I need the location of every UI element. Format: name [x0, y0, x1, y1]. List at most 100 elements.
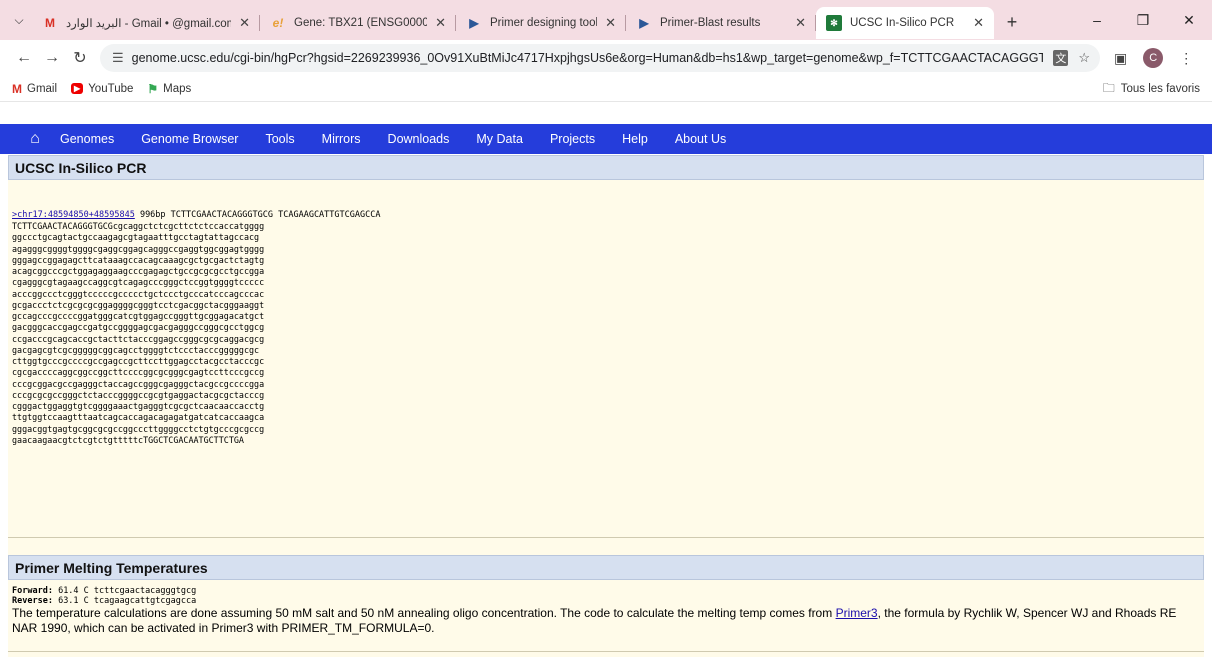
- bookmark-youtube[interactable]: ▶ YouTube: [71, 83, 133, 95]
- sequence-line: cgagggcgtagaagccaggcgtcagagcccgggctccggt…: [12, 277, 265, 288]
- sequence-line: agagggcggggtggggcgaggcggagcagggccgaggtgg…: [12, 243, 265, 254]
- sequence-line: cccgcggacgccgagggctaccagccgggcgagggctacg…: [12, 378, 265, 389]
- bookmark-star-icon[interactable]: ☆: [1078, 50, 1090, 66]
- bookmark-gmail[interactable]: M Gmail: [12, 82, 57, 96]
- bookmark-maps[interactable]: ⚑ Maps: [147, 82, 191, 96]
- ncbi-icon: ▶: [469, 16, 479, 30]
- sequence-line: gggacggtgagtgcggcgcgccggcccttggggcctctgt…: [12, 423, 265, 434]
- new-tab-icon[interactable]: +: [998, 8, 1026, 36]
- gmail-icon: M: [12, 81, 22, 96]
- youtube-icon: ▶: [71, 83, 84, 94]
- folder-icon: 🗀: [1102, 80, 1115, 95]
- melting-section: Primer Melting Temperatures Forward: 61.…: [8, 555, 1204, 636]
- sequence-line: cttggtgcccgccccgccgagccgcttccttggagcctac…: [12, 356, 265, 366]
- tab-ucsc-in-silico-pcr[interactable]: ✻ UCSC In-Silico PCR ✕: [816, 7, 994, 39]
- window-controls: – ❐ ✕: [1074, 0, 1212, 40]
- maps-icon: ⚑: [147, 81, 159, 96]
- bookmark-label: Gmail: [27, 82, 58, 95]
- tab-title: Primer-Blast results: [660, 17, 761, 29]
- sequence-line: ggccctgcagtactgccaagagcgtagaatttgcctagta…: [12, 232, 260, 243]
- primer3-link[interactable]: Primer3: [836, 606, 878, 620]
- sequence-line: gcgaccctctcgcgcgcggaggggcgggtcctcgacggct…: [12, 299, 265, 310]
- divider: [8, 651, 1204, 652]
- ucsc-nav-bar: ⌂ Genomes Genome Browser Tools Mirrors D…: [0, 124, 1212, 154]
- tab-primer-blast[interactable]: ▶ Primer-Blast results ✕: [626, 7, 816, 39]
- tab-primer-designing[interactable]: ▶ Primer designing tool ✕: [456, 7, 626, 39]
- reverse-value: 63.1 C tcagaagcattgtcgagcca: [52, 596, 197, 606]
- url-input[interactable]: ☰ genome.ucsc.edu/cgi-bin/hgPcr?hgsid=22…: [100, 44, 1100, 72]
- tab-title: البريد الوارد - Gmail • @gmail.com: [66, 18, 232, 30]
- home-icon[interactable]: ⌂: [10, 130, 60, 148]
- tab-ensembl[interactable]: e! Gene: TBX21 (ENSG00000073861 ✕: [260, 7, 456, 39]
- nav-downloads[interactable]: Downloads: [388, 132, 450, 146]
- nav-tools[interactable]: Tools: [265, 132, 294, 146]
- gmail-icon: M: [45, 16, 55, 30]
- forward-icon[interactable]: →: [38, 49, 66, 67]
- sequence-line: ttgtggtccaagtttaatcagcaccagacagagatgatca…: [12, 412, 265, 423]
- tab-title: Primer designing tool: [490, 17, 598, 29]
- url-text: genome.ucsc.edu/cgi-bin/hgPcr?hgsid=2269…: [131, 51, 1044, 65]
- tab-title: UCSC In-Silico PCR: [850, 17, 955, 29]
- divider: [8, 537, 1204, 538]
- nav-help[interactable]: Help: [622, 132, 648, 146]
- close-window-icon[interactable]: ✕: [1166, 12, 1212, 29]
- tab-gmail[interactable]: M البريد الوارد - Gmail • @gmail.com ✕: [32, 7, 260, 39]
- sequence-line: acccggccctcgggtcccccgccccctgctccctgcccat…: [12, 288, 265, 299]
- page-content: UCSC In-Silico PCR >chr17:48594850+48595…: [8, 155, 1204, 657]
- minimize-icon[interactable]: –: [1074, 12, 1120, 28]
- close-tab-icon[interactable]: ✕: [605, 15, 616, 31]
- sequence-line: cgcgaccccaggcggccggcttccccggcgcgggcgagtc…: [12, 367, 265, 378]
- nav-my-data[interactable]: My Data: [476, 132, 523, 146]
- extensions-icon[interactable]: ▣: [1114, 50, 1127, 67]
- sequence-line: gaacaagaacgtctcgtctgtttttcTGGCTCGACAATGC…: [12, 434, 244, 445]
- tab-strip: ⌵ M البريد الوارد - Gmail • @gmail.com ✕…: [0, 0, 1212, 40]
- sequence-line: acagcggcccgctggagaggaagcccgagagctgccgcgc…: [12, 266, 265, 276]
- nav-projects[interactable]: Projects: [550, 132, 595, 146]
- ucsc-icon: ✻: [826, 15, 842, 31]
- ncbi-icon: ▶: [639, 16, 649, 30]
- pcr-section-title: UCSC In-Silico PCR: [8, 155, 1204, 180]
- site-info-icon[interactable]: ☰: [112, 50, 124, 66]
- tab-search-dropdown-icon[interactable]: ⌵: [6, 7, 32, 33]
- forward-label: Forward:: [12, 586, 53, 596]
- reverse-label: Reverse:: [12, 596, 53, 606]
- translate-icon[interactable]: 文: [1053, 50, 1069, 66]
- tm-text-part1: The temperature calculations are done as…: [12, 606, 836, 620]
- sequence-line: TCTTCGAACTACAGGGTGCGcgcaggctctcgcttctctc…: [12, 221, 265, 231]
- melting-section-title: Primer Melting Temperatures: [8, 555, 1204, 580]
- close-tab-icon[interactable]: ✕: [435, 15, 446, 31]
- sequence-line: ccgacccgcagcaccgctacttctacccggagccgggcgc…: [12, 333, 265, 344]
- sequence-line: gacgggcaccgagccgatgccggggagcgacgagggccgg…: [12, 322, 265, 333]
- nav-genome-browser[interactable]: Genome Browser: [141, 132, 238, 146]
- close-tab-icon[interactable]: ✕: [795, 15, 806, 31]
- address-bar-row: ← → ↻ ☰ genome.ucsc.edu/cgi-bin/hgPcr?hg…: [0, 40, 1212, 76]
- all-bookmarks-label: Tous les favoris: [1120, 83, 1200, 95]
- bookmark-label: YouTube: [88, 82, 134, 95]
- forward-tm: Forward: 61.4 C tcttcgaactacagggtgcg: [12, 586, 1200, 596]
- reverse-tm: Reverse: 63.1 C tcagaagcattgtcgagcca: [12, 596, 1200, 606]
- avatar[interactable]: C: [1143, 48, 1164, 68]
- close-tab-icon[interactable]: ✕: [239, 15, 250, 31]
- ensembl-icon: e!: [272, 16, 284, 30]
- sequence-line: gccagcccgccccggatgggcatcgtggagccgggttgcg…: [12, 311, 265, 321]
- back-icon[interactable]: ←: [10, 49, 38, 67]
- forward-value: 61.4 C tcttcgaactacagggtgcg: [52, 586, 197, 596]
- nav-about-us[interactable]: About Us: [675, 132, 726, 146]
- bookmarks-bar: M Gmail ▶ YouTube ⚑ Maps 🗀 Tous les favo…: [0, 76, 1212, 102]
- pcr-sequence: TCTTCGAACTACAGGGTGCGcgcaggctctcgcttctctc…: [12, 221, 264, 446]
- tm-explanation: The temperature calculations are done as…: [12, 606, 1182, 636]
- location-link[interactable]: >chr17:48594850+48595845: [12, 210, 135, 220]
- nav-mirrors[interactable]: Mirrors: [322, 132, 361, 146]
- bookmark-label: Maps: [163, 82, 192, 95]
- nav-genomes[interactable]: Genomes: [60, 132, 114, 146]
- tab-title: Gene: TBX21 (ENSG00000073861: [294, 17, 428, 29]
- close-tab-icon[interactable]: ✕: [973, 15, 984, 31]
- reload-icon[interactable]: ↻: [66, 48, 94, 68]
- all-bookmarks[interactable]: 🗀 Tous les favoris: [1103, 76, 1200, 102]
- pcr-result-header: >chr17:48594850+48595845 996bp TCTTCGAAC…: [12, 210, 380, 220]
- sequence-line: gacgagcgtcgcgggggcggcagcctggggtctccctacc…: [12, 344, 260, 355]
- pcr-product-summary: 996bp TCTTCGAACTACAGGGTGCG TCAGAAGCATTGT…: [134, 210, 381, 220]
- maximize-icon[interactable]: ❐: [1120, 12, 1166, 29]
- sequence-line: cgggactggaggtgtcggggaaactgagggtcgcgctcaa…: [12, 401, 265, 411]
- menu-icon[interactable]: ⋮: [1179, 50, 1193, 67]
